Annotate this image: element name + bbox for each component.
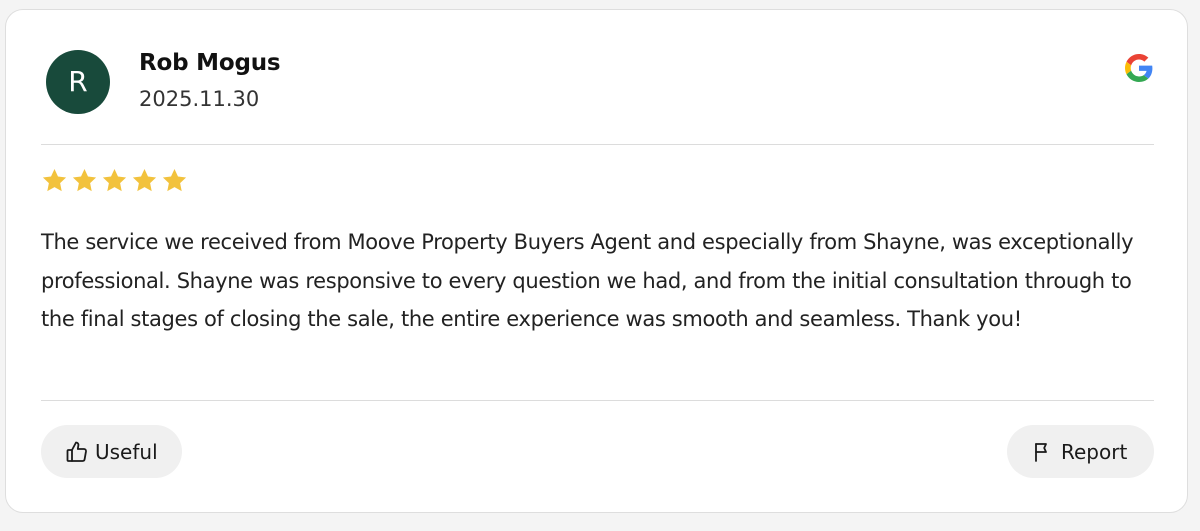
flag-icon: [1035, 442, 1047, 462]
useful-button[interactable]: Useful: [41, 425, 182, 478]
footer-divider: [41, 400, 1154, 401]
review-date: 2025.11.30: [139, 87, 260, 111]
report-button[interactable]: Report: [1007, 425, 1154, 478]
avatar: R: [46, 50, 110, 114]
google-icon: [1125, 54, 1153, 82]
header-divider: [41, 144, 1154, 145]
star-icon: [162, 169, 187, 192]
author-name: Rob Mogus: [139, 50, 281, 76]
star-rating: [41, 167, 188, 197]
star-icon: [72, 169, 97, 192]
star-icon: [102, 169, 127, 192]
review-text: The service we received from Moove Prope…: [41, 230, 1134, 331]
review-header: R Rob Mogus 2025.11.30: [6, 10, 1187, 144]
star-icon: [42, 169, 67, 192]
review-card: R Rob Mogus 2025.11.30 The service we re…: [5, 9, 1188, 513]
useful-label: Useful: [95, 439, 158, 464]
report-label: Report: [1061, 439, 1128, 464]
thumbs-up-icon: [66, 441, 87, 462]
star-icon: [132, 169, 157, 192]
